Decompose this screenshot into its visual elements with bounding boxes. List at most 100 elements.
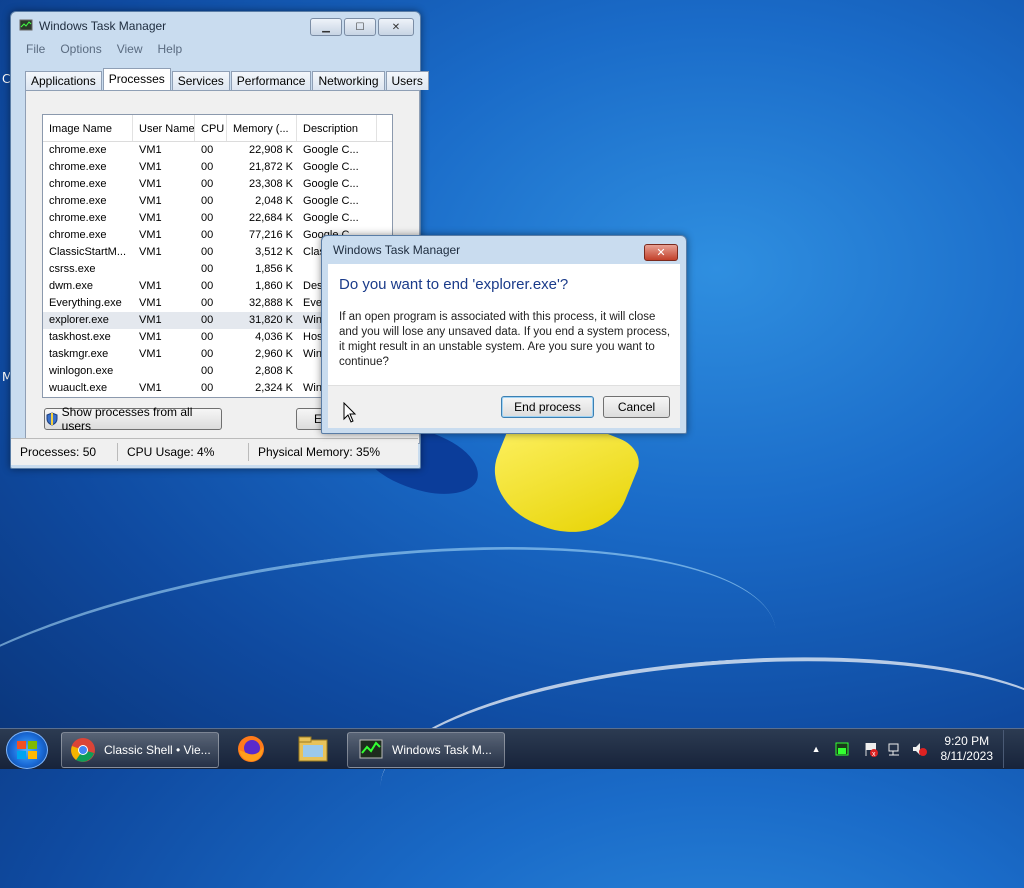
process-name: Everything.exe bbox=[49, 297, 122, 309]
process-memory: 77,216 K bbox=[248, 229, 293, 241]
process-user: VM1 bbox=[139, 212, 162, 224]
taskbar-item-label: Classic Shell • Vie... bbox=[104, 743, 211, 757]
column-header-cpu[interactable]: CPU bbox=[195, 115, 227, 141]
status-bar: Processes: 50 CPU Usage: 4% Physical Mem… bbox=[11, 438, 418, 465]
tab-networking[interactable]: Networking bbox=[312, 71, 385, 90]
process-user: VM1 bbox=[139, 331, 162, 343]
taskbar-item-explorer[interactable] bbox=[291, 732, 335, 766]
taskbar-item-chrome[interactable]: Classic Shell • Vie... bbox=[61, 732, 219, 768]
process-cpu: 00 bbox=[201, 348, 214, 360]
process-list-header: Image Name User Name CPU Memory (... Des… bbox=[43, 115, 392, 142]
process-name: chrome.exe bbox=[49, 178, 107, 190]
process-cpu: 00 bbox=[201, 144, 214, 156]
end-process-confirm-button[interactable]: End process bbox=[501, 396, 594, 418]
menu-file[interactable]: File bbox=[19, 42, 53, 56]
status-physical-memory: Physical Memory: 35% bbox=[258, 445, 381, 459]
process-cpu: 00 bbox=[201, 178, 214, 190]
process-cpu: 00 bbox=[201, 365, 214, 377]
desktop-swirl bbox=[0, 498, 794, 885]
show-hidden-icons-arrow-icon[interactable]: ▲ bbox=[812, 744, 821, 754]
tab-processes[interactable]: Processes bbox=[102, 68, 171, 91]
task-manager-tray-icon[interactable] bbox=[835, 742, 849, 756]
process-name: chrome.exe bbox=[49, 195, 107, 207]
tab-applications[interactable]: Applications bbox=[25, 71, 102, 90]
process-user: VM1 bbox=[139, 297, 162, 309]
chrome-icon bbox=[71, 738, 95, 762]
process-memory: 23,308 K bbox=[248, 178, 293, 190]
column-header-memory[interactable]: Memory (... bbox=[227, 115, 297, 141]
column-header-description[interactable]: Description bbox=[297, 115, 377, 141]
dialog-heading: Do you want to end 'explorer.exe'? bbox=[339, 276, 569, 293]
dialog-close-button[interactable]: ✕ bbox=[644, 244, 678, 261]
clock[interactable]: 9:20 PM 8/11/2023 bbox=[941, 734, 994, 764]
taskbar-item-firefox[interactable] bbox=[229, 732, 273, 766]
system-tray: ▲ x 9:20 PM 8/11/2023 bbox=[812, 729, 1014, 769]
close-button[interactable]: ✕ bbox=[378, 18, 414, 36]
folder-icon bbox=[298, 736, 328, 762]
show-all-users-button[interactable]: Show processes from all users bbox=[44, 405, 222, 433]
process-memory: 2,048 K bbox=[255, 195, 293, 207]
process-row[interactable]: chrome.exe VM1 00 22,908 K Google C... bbox=[43, 142, 392, 159]
process-memory: 1,860 K bbox=[255, 280, 293, 292]
process-memory: 4,036 K bbox=[255, 331, 293, 343]
status-cpu-usage: CPU Usage: 4% bbox=[118, 443, 249, 461]
taskbar-item-label: Windows Task M... bbox=[392, 743, 492, 757]
menu-view[interactable]: View bbox=[110, 42, 151, 56]
process-row[interactable]: chrome.exe VM1 00 21,872 K Google C... bbox=[43, 159, 392, 176]
process-name: ClassicStartM... bbox=[49, 246, 127, 258]
process-memory: 3,512 K bbox=[255, 246, 293, 258]
taskbar: Classic Shell • Vie... Windows Task M...… bbox=[0, 728, 1024, 769]
process-row[interactable]: chrome.exe VM1 00 2,048 K Google C... bbox=[43, 193, 392, 210]
process-user bbox=[133, 363, 195, 380]
cancel-button[interactable]: Cancel bbox=[603, 396, 670, 418]
tab-services[interactable]: Services bbox=[171, 71, 230, 90]
windows-logo-icon bbox=[17, 741, 37, 759]
column-header-user-name[interactable]: User Name bbox=[133, 115, 195, 141]
process-cpu: 00 bbox=[201, 331, 214, 343]
network-icon[interactable] bbox=[887, 741, 903, 757]
menu-options[interactable]: Options bbox=[53, 42, 109, 56]
process-cpu: 00 bbox=[201, 212, 214, 224]
process-name: chrome.exe bbox=[49, 144, 107, 156]
process-cpu: 00 bbox=[201, 263, 214, 275]
dialog-titlebar[interactable]: Windows Task Manager bbox=[322, 236, 686, 264]
dialog-message: If an open program is associated with th… bbox=[339, 311, 671, 368]
process-description: Google C... bbox=[303, 195, 359, 207]
process-memory: 32,888 K bbox=[248, 297, 293, 309]
process-description: Google C... bbox=[303, 144, 359, 156]
action-center-flag-icon[interactable]: x bbox=[863, 741, 879, 757]
svg-text:x: x bbox=[872, 751, 876, 757]
dialog-content: Do you want to end 'explorer.exe'? If an… bbox=[328, 264, 680, 385]
process-name: dwm.exe bbox=[49, 280, 94, 292]
process-memory: 22,684 K bbox=[248, 212, 293, 224]
tab-performance[interactable]: Performance bbox=[230, 71, 312, 90]
process-user: VM1 bbox=[139, 161, 162, 173]
clock-date: 8/11/2023 bbox=[940, 749, 994, 763]
taskbar-item-task-manager[interactable]: Windows Task M... bbox=[347, 732, 505, 768]
task-manager-icon bbox=[359, 739, 383, 759]
process-row[interactable]: chrome.exe VM1 00 22,684 K Google C... bbox=[43, 210, 392, 227]
process-description: Google C... bbox=[303, 212, 359, 224]
show-all-users-label: Show processes from all users bbox=[61, 405, 193, 433]
process-user: VM1 bbox=[139, 348, 162, 360]
process-name: csrss.exe bbox=[49, 263, 96, 275]
speaker-muted-icon[interactable] bbox=[911, 741, 927, 757]
show-desktop-button[interactable] bbox=[1003, 730, 1014, 768]
process-name: taskhost.exe bbox=[49, 331, 111, 343]
mouse-pointer-icon bbox=[343, 402, 357, 423]
process-row[interactable]: chrome.exe VM1 00 23,308 K Google C... bbox=[43, 176, 392, 193]
minimize-button[interactable]: ▁ bbox=[310, 18, 342, 36]
process-cpu: 00 bbox=[201, 382, 214, 394]
menu-help[interactable]: Help bbox=[151, 42, 191, 56]
start-button[interactable] bbox=[6, 731, 48, 769]
end-process-dialog: Windows Task Manager ✕ Do you want to en… bbox=[321, 235, 687, 434]
process-cpu: 00 bbox=[201, 314, 214, 326]
clock-time: 9:20 PM bbox=[944, 734, 990, 748]
maximize-button[interactable]: ☐ bbox=[344, 18, 376, 36]
dialog-button-area: End process Cancel bbox=[328, 385, 680, 428]
tab-users[interactable]: Users bbox=[385, 71, 429, 90]
process-cpu: 00 bbox=[201, 297, 214, 309]
process-user: VM1 bbox=[139, 314, 162, 326]
process-memory: 2,960 K bbox=[255, 348, 293, 360]
column-header-image-name[interactable]: Image Name bbox=[43, 115, 133, 141]
